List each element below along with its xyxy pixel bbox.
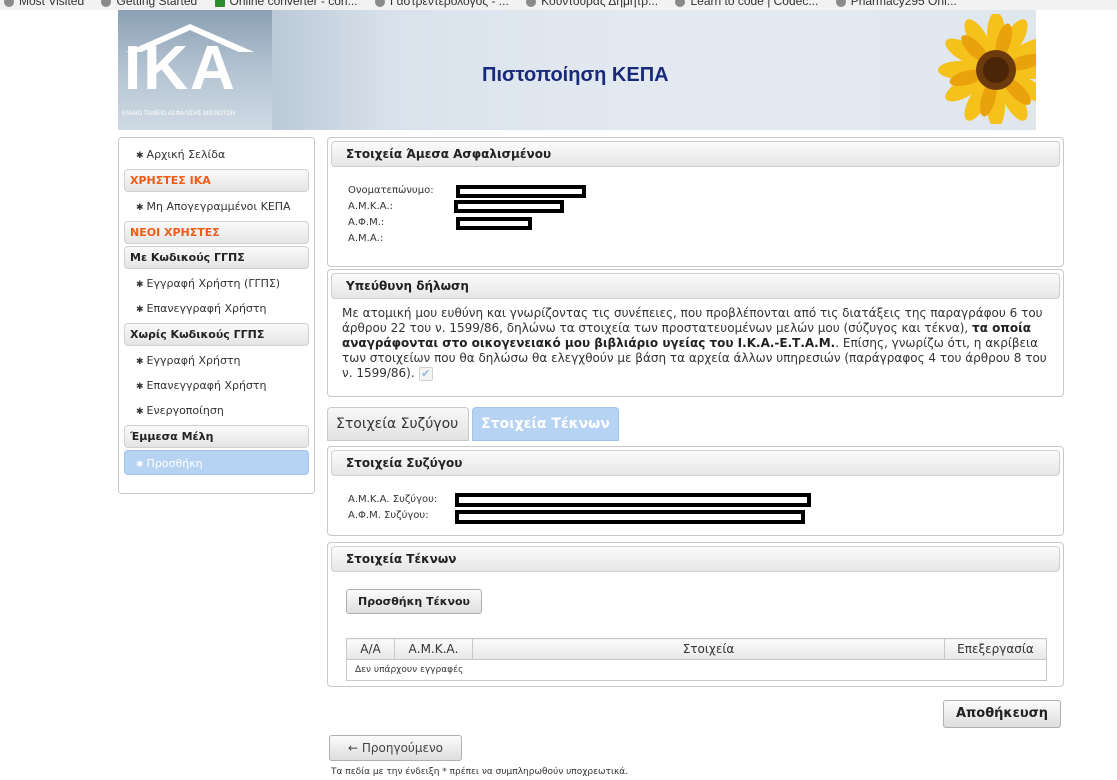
logo-text: IKA: [124, 34, 237, 103]
bookmark-item[interactable]: Online converter - con...: [214, 0, 358, 8]
sidebar-header-new-users: ΝΕΟΙ ΧΡΗΣΤΕΣ: [124, 221, 309, 244]
redacted-amka: [454, 200, 564, 213]
amka-row: Α.Μ.Κ.Α.:: [328, 200, 1063, 216]
gear-icon: ✱: [136, 203, 144, 213]
save-button[interactable]: Αποθήκευση: [943, 700, 1061, 728]
ama-row: Α.Μ.Α.:: [328, 232, 1063, 248]
panel-title: Στοιχεία Συζύγου: [331, 450, 1060, 476]
amka-label: Α.Μ.Κ.Α.:: [348, 201, 393, 212]
sidebar-item-home[interactable]: ✱ Αρχική Σελίδα: [124, 142, 309, 167]
panel-title: Υπεύθυνη δήλωση: [331, 273, 1060, 299]
redacted-afm: [456, 217, 532, 230]
sidebar-menu: ✱ Αρχική Σελίδα ΧΡΗΣΤΕΣ ΙΚΑ ✱ Μη Απογεγραμ…: [118, 137, 315, 494]
logo-subtitle: ΕΝΙΑΙΟ ΤΑΜΕΙΟ ΑΣΦΑΛΙΣΗΣ ΜΙΣΘΩΤΩΝ: [122, 111, 236, 117]
bookmark-item[interactable]: Κουντούρας Δημήτρ...: [526, 0, 658, 8]
converter-icon: [214, 0, 225, 7]
sidebar-item-add[interactable]: ✱ Προσθήκη: [124, 450, 309, 475]
bookmark-item[interactable]: Pharmacy295 Onl...: [835, 0, 957, 8]
sidebar-item-register-ggps[interactable]: ✱ Εγγραφή Χρήστη (ΓΓΠΣ): [124, 271, 309, 296]
codecademy-icon: [675, 0, 686, 7]
sidebar-item-register[interactable]: ✱ Εγγραφή Χρήστη: [124, 348, 309, 373]
folder-icon: [4, 0, 14, 7]
sidebar-item-reregister[interactable]: ✱ Επανεγγραφή Χρήστη: [124, 373, 309, 398]
gear-icon: ✱: [136, 305, 144, 315]
spouse-panel: Στοιχεία Συζύγου Α.Μ.Κ.Α. Συζύγου: Α.Φ.Μ…: [327, 446, 1064, 536]
bookmark-item[interactable]: Γαστρεντερολόγος - ...: [374, 0, 509, 8]
panel-title: Στοιχεία Τέκνων: [331, 546, 1060, 572]
column-header-details[interactable]: Στοιχεία: [472, 638, 945, 660]
globe-icon: [526, 0, 537, 7]
sidebar-header-without-codes: Χωρίς Κωδικούς ΓΓΠΣ: [124, 323, 309, 346]
column-header-edit[interactable]: Επεξεργασία: [944, 638, 1047, 660]
sidebar-header-indirect-members: Έμμεσα Μέλη: [124, 425, 309, 448]
spouse-afm-row: Α.Φ.Μ. Συζύγου:: [328, 509, 1063, 525]
bookmark-item[interactable]: Getting Started: [101, 0, 197, 8]
globe-icon: [101, 0, 112, 7]
redacted-fullname: [456, 185, 586, 198]
sidebar-item-reregister-ggps[interactable]: ✱ Επανεγγραφή Χρήστη: [124, 296, 309, 321]
bookmark-item[interactable]: Most Visited: [4, 0, 84, 8]
panel-title: Στοιχεία Άμεσα Ασφαλισμένου: [331, 141, 1060, 167]
sidebar-item-unregistered-kepa[interactable]: ✱ Μη Απογεγραμμένοι ΚΕΠΑ: [124, 194, 309, 219]
children-panel: Στοιχεία Τέκνων Προσθήκη Τέκνου Α/Α Α.Μ.…: [327, 542, 1064, 687]
declaration-text: Με ατομική μου ευθύνη και γνωρίζοντας τι…: [342, 306, 1047, 381]
column-header-amka[interactable]: Α.Μ.Κ.Α.: [394, 638, 473, 660]
page-title: Πιστοποίηση ΚΕΠΑ: [482, 64, 669, 86]
declaration-panel: Υπεύθυνη δήλωση Με ατομική μου ευθύνη κα…: [327, 269, 1064, 397]
table-row: Δεν υπάρχουν εγγραφές: [346, 659, 1047, 681]
gear-icon: ✱: [136, 407, 144, 417]
ama-label: Α.Μ.Α.:: [348, 233, 384, 244]
globe-icon: [374, 0, 385, 7]
globe-icon: [835, 0, 846, 7]
previous-button[interactable]: ← Προηγούμενο: [329, 735, 462, 761]
tab-children[interactable]: Στοιχεία Τέκνων: [472, 407, 619, 441]
bookmarks-bar: Most Visited Getting Started Online conv…: [0, 0, 1117, 10]
spouse-amka-label: Α.Μ.Κ.Α. Συζύγου:: [348, 494, 438, 505]
gear-icon: ✱: [136, 357, 144, 367]
gear-icon: ✱: [136, 460, 144, 470]
required-fields-note: Τα πεδία με την ένδειξη * πρέπει να συμπ…: [331, 767, 629, 777]
children-table: Α/Α Α.Μ.Κ.Α. Στοιχεία Επεξεργασία Δεν υπ…: [346, 638, 1047, 681]
column-header-aa[interactable]: Α/Α: [346, 638, 395, 660]
arrow-left-icon: ←: [347, 741, 359, 755]
ika-logo[interactable]: IKA ΕΝΙΑΙΟ ΤΑΜΕΙΟ ΑΣΦΑΛΙΣΗΣ ΜΙΣΘΩΤΩΝ: [118, 10, 272, 130]
sidebar-item-activation[interactable]: ✱ Ενεργοποίηση: [124, 398, 309, 423]
spouse-amka-input[interactable]: [455, 493, 811, 507]
add-child-button[interactable]: Προσθήκη Τέκνου: [346, 589, 482, 614]
sunflower-image: [938, 14, 1036, 124]
declaration-checkbox[interactable]: ✔: [418, 366, 433, 381]
gear-icon: ✱: [136, 382, 144, 392]
spouse-amka-row: Α.Μ.Κ.Α. Συζύγου:: [328, 493, 1063, 509]
afm-row: Α.Φ.Μ.:: [328, 216, 1063, 232]
tab-spouse[interactable]: Στοιχεία Συζύγου: [327, 407, 469, 441]
gear-icon: ✱: [136, 280, 144, 290]
empty-table-message: Δεν υπάρχουν εγγραφές: [346, 659, 1047, 681]
site-banner: IKA ΕΝΙΑΙΟ ΤΑΜΕΙΟ ΑΣΦΑΛΙΣΗΣ ΜΙΣΘΩΤΩΝ Πισ…: [118, 10, 1036, 130]
fullname-label: Ονοματεπώνυμο:: [348, 185, 434, 196]
spouse-afm-input[interactable]: [455, 510, 805, 524]
spouse-afm-label: Α.Φ.Μ. Συζύγου:: [348, 510, 429, 521]
bookmark-item[interactable]: Learn to code | Codec...: [675, 0, 818, 8]
sidebar-header-ika-users: ΧΡΗΣΤΕΣ ΙΚΑ: [124, 169, 309, 192]
fullname-row: Ονοματεπώνυμο:: [328, 184, 1063, 200]
gear-icon: ✱: [136, 151, 144, 161]
sidebar-header-with-codes: Με Κωδικούς ΓΓΠΣ: [124, 246, 309, 269]
insured-info-panel: Στοιχεία Άμεσα Ασφαλισμένου Ονοματεπώνυμ…: [327, 137, 1064, 267]
afm-label: Α.Φ.Μ.:: [348, 217, 385, 228]
